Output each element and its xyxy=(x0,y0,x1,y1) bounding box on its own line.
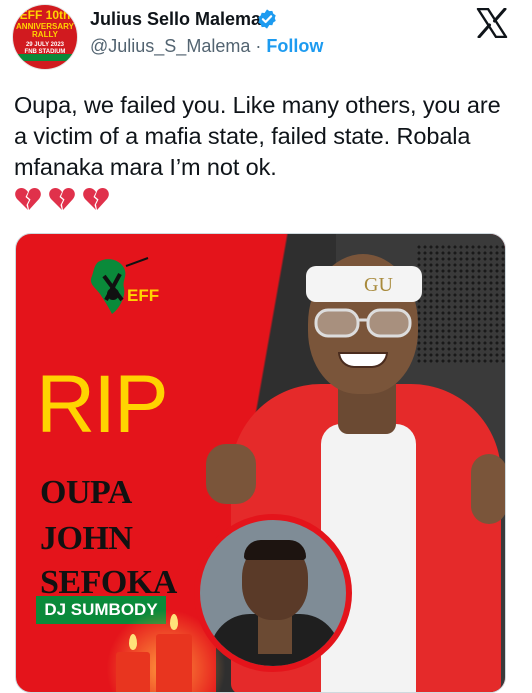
author-name[interactable]: Julius Sello Malema xyxy=(90,9,261,30)
separator-dot: · xyxy=(255,36,262,56)
tweet-media-image[interactable]: EFF RIP OUPA JOHN SEFOKA DJ SUMBODY GU xyxy=(15,233,506,693)
broken-heart-icon xyxy=(15,188,41,210)
name-line: JOHN xyxy=(40,520,133,557)
verified-badge-icon xyxy=(258,9,276,29)
halftone-dots xyxy=(416,244,505,364)
broken-heart-icon xyxy=(49,188,75,210)
broken-heart-icon xyxy=(83,188,109,210)
x-logo-icon[interactable] xyxy=(476,8,508,38)
avatar-text-line: EFF 10th xyxy=(19,8,71,22)
figure-hand xyxy=(206,444,256,504)
candle xyxy=(156,634,192,692)
candle-flame xyxy=(129,634,137,650)
headband-text: GU xyxy=(364,274,393,296)
glasses-icon xyxy=(314,308,412,338)
emoji-row xyxy=(14,186,110,216)
rip-headline: RIP xyxy=(36,359,169,450)
eff-logo-text: EFF xyxy=(127,286,160,305)
handle-row: @Julius_S_Malema · Follow xyxy=(90,36,323,57)
avatar-text-line: RALLY xyxy=(32,30,58,39)
avatar-text-line: 29 JULY 2023 xyxy=(25,42,65,48)
follow-button[interactable]: Follow xyxy=(266,36,323,56)
candle-flame xyxy=(170,614,178,630)
tweet-text: Oupa, we failed you. Like many others, y… xyxy=(14,92,501,180)
figure-hand xyxy=(471,454,505,524)
avatar-stripe xyxy=(13,54,77,61)
candle xyxy=(116,652,150,692)
inset-hair xyxy=(244,540,306,560)
author-handle[interactable]: @Julius_S_Malema xyxy=(90,36,250,56)
name-line: OUPA xyxy=(40,474,132,511)
avatar[interactable]: EFF 10th ANNIVERSARY RALLY 29 JULY 2023 … xyxy=(12,4,78,70)
inset-neck xyxy=(258,614,292,654)
inset-portrait xyxy=(194,514,352,672)
